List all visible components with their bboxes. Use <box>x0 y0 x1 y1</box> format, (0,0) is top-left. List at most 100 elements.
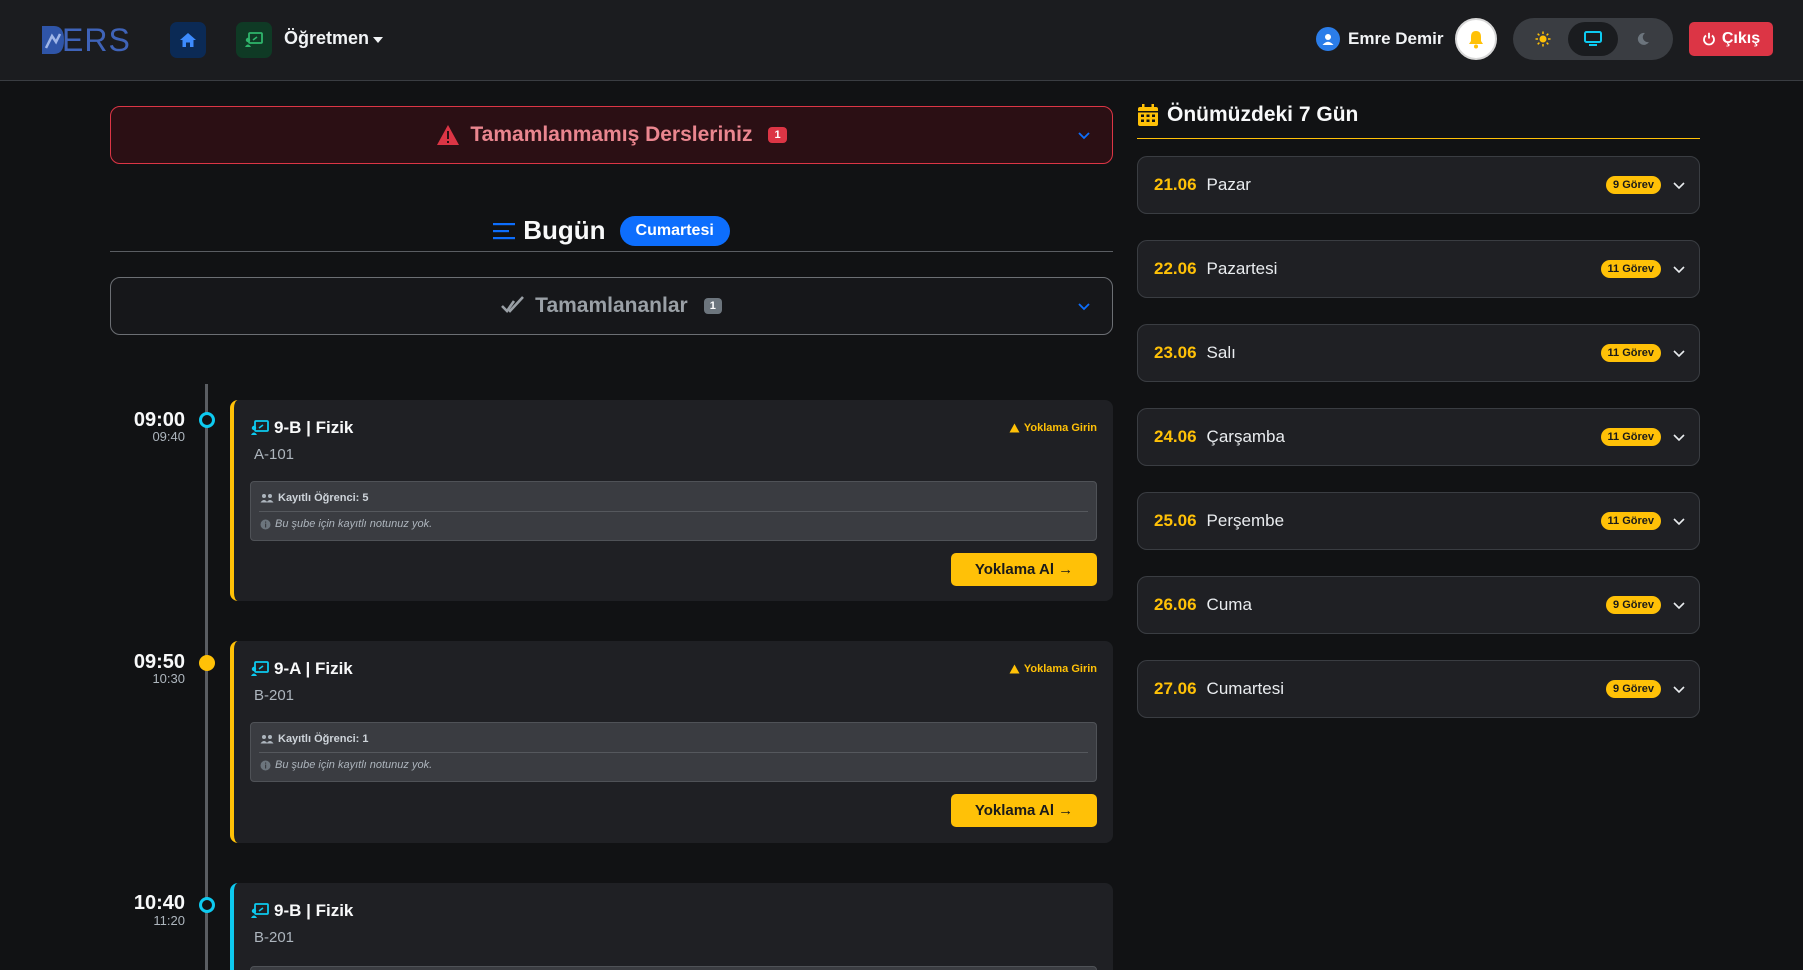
calendar-icon <box>1138 104 1158 126</box>
lesson-info-box: Kayıtlı Öğrenci: 5 Bu şube için kayıtlı … <box>250 481 1097 541</box>
lesson-end-time: 09:40 <box>152 429 185 444</box>
chevron-down-icon <box>1673 686 1685 694</box>
power-icon <box>1703 32 1715 46</box>
timeline-dot <box>199 897 215 913</box>
upcoming-day-card[interactable]: 21.06 Pazar 9 Görev <box>1137 156 1700 214</box>
day-name: Salı <box>1206 343 1236 362</box>
lesson-card: 9-A | Fizik B-201 Yoklama Girin Kayıtlı … <box>230 641 1113 843</box>
upcoming-day-card[interactable]: 27.06 Cumartesi 9 Görev <box>1137 660 1700 718</box>
logout-button[interactable]: Çıkış <box>1689 22 1773 56</box>
task-count-badge: 9 Görev <box>1606 176 1661 194</box>
dark-theme-button[interactable] <box>1618 22 1668 56</box>
chevron-down-icon <box>1673 518 1685 526</box>
chalkboard-teacher-icon <box>251 420 269 435</box>
take-attendance-button[interactable]: Yoklama Al → <box>951 553 1097 586</box>
lesson-title: 9-B | Fizik <box>274 418 354 437</box>
day-date: 24.06 <box>1154 427 1197 446</box>
warning-icon <box>437 125 460 145</box>
upcoming-day-card[interactable]: 24.06 Çarşamba 11 Görev <box>1137 408 1700 466</box>
theme-switcher <box>1513 18 1673 60</box>
incomplete-count-badge: 1 <box>768 127 787 143</box>
chalkboard-teacher-icon <box>245 32 263 47</box>
lesson-start-time: 10:40 <box>133 892 185 914</box>
app-logo[interactable]: ERS <box>40 20 136 60</box>
teacher-role-icon-button[interactable] <box>236 22 272 58</box>
attendance-warning-text: Yoklama Girin <box>1023 663 1097 675</box>
upcoming-day-card[interactable]: 25.06 Perşembe 11 Görev <box>1137 492 1700 550</box>
upcoming-header: Önümüzdeki 7 Gün <box>1137 103 1700 139</box>
chevron-down-icon <box>1078 132 1090 140</box>
moon-icon <box>1637 32 1649 45</box>
info-divider <box>259 752 1088 753</box>
lesson-end-time: 10:30 <box>152 671 185 686</box>
chevron-down-icon <box>1673 434 1685 442</box>
lesson-end-time: 11:20 <box>153 913 185 928</box>
lesson-note-text: Bu şube için kayıtlı notunuz yok. <box>275 518 433 530</box>
logo-text: ERS <box>62 21 131 58</box>
completed-lessons-header: Tamamlananlar 1 <box>501 294 722 318</box>
notifications-button[interactable] <box>1455 18 1497 60</box>
lesson-note-text: Bu şube için kayıtlı notunuz yok. <box>275 759 433 771</box>
attendance-warning: Yoklama Girin <box>1009 422 1097 434</box>
timeline-line <box>205 384 208 970</box>
chevron-down-icon <box>1673 266 1685 274</box>
incomplete-lessons-accordion[interactable]: Tamamlanmamış Dersleriniz 1 <box>110 106 1113 164</box>
day-date: 26.06 <box>1154 595 1197 614</box>
sun-icon <box>1535 31 1551 47</box>
lesson-title-wrap: 9-B | Fizik <box>250 901 353 921</box>
lesson-title-wrap: 9-A | Fizik <box>250 659 353 679</box>
day-date: 27.06 <box>1154 679 1197 698</box>
lesson-card: 9-B | Fizik B-201 <box>230 883 1113 970</box>
user-profile[interactable]: Emre Demir <box>1316 27 1443 51</box>
task-count-badge: 11 Görev <box>1600 260 1661 278</box>
day-name: Cumartesi <box>1206 679 1285 698</box>
incomplete-lessons-header: Tamamlanmamış Dersleriniz 1 <box>436 123 787 147</box>
day-name: Cuma <box>1206 595 1252 614</box>
take-attendance-button[interactable]: Yoklama Al → <box>951 794 1097 827</box>
info-circle-icon <box>260 760 271 770</box>
day-date: 22.06 <box>1154 259 1197 278</box>
upcoming-day-card[interactable]: 22.06 Pazartesi 11 Görev <box>1137 240 1700 298</box>
task-count-badge: 11 Görev <box>1600 344 1661 362</box>
day-name: Pazar <box>1206 175 1251 194</box>
lesson-title: 9-A | Fizik <box>274 659 353 678</box>
timeline-dot <box>199 412 215 428</box>
registered-students-text: Kayıtlı Öğrenci: 5 <box>278 492 369 504</box>
completed-lessons-accordion[interactable]: Tamamlananlar 1 <box>110 277 1113 335</box>
light-theme-button[interactable] <box>1518 22 1568 56</box>
system-theme-button[interactable] <box>1568 22 1618 56</box>
user-circle-icon <box>1316 27 1340 51</box>
info-divider <box>259 511 1088 512</box>
upcoming-title: Önümüzdeki 7 Gün <box>1167 103 1359 126</box>
registered-students: Kayıtlı Öğrenci: 5 <box>260 492 368 504</box>
navbar: ERS Öğretmen Emre Demir Çıkış <box>0 0 1803 81</box>
chalkboard-teacher-icon <box>251 903 269 918</box>
lesson-info-box <box>250 966 1097 970</box>
chevron-down-icon <box>1078 303 1090 311</box>
home-button[interactable] <box>170 22 206 58</box>
today-title-wrap: Bugün <box>493 215 606 246</box>
lesson-room: A-101 <box>254 446 295 463</box>
completed-lessons-title: Tamamlananlar <box>535 294 688 317</box>
upcoming-day-card[interactable]: 23.06 Salı 11 Görev <box>1137 324 1700 382</box>
chevron-down-icon <box>1673 182 1685 190</box>
monitor-icon <box>1584 31 1602 46</box>
attendance-warning: Yoklama Girin <box>1009 663 1097 675</box>
task-count-badge: 9 Görev <box>1606 596 1661 614</box>
day-date: 23.06 <box>1154 343 1197 362</box>
list-icon <box>493 222 516 239</box>
task-count-badge: 11 Görev <box>1600 428 1661 446</box>
chalkboard-teacher-icon <box>251 661 269 676</box>
incomplete-lessons-title: Tamamlanmamış Dersleriniz <box>470 123 753 146</box>
lesson-card: 9-B | Fizik A-101 Yoklama Girin Kayıtlı … <box>230 400 1113 601</box>
logout-label: Çıkış <box>1721 30 1761 47</box>
upcoming-day-card[interactable]: 26.06 Cuma 9 Görev <box>1137 576 1700 634</box>
day-date: 21.06 <box>1154 175 1197 194</box>
lesson-room: B-201 <box>254 687 295 704</box>
role-dropdown[interactable]: Öğretmen <box>284 28 384 49</box>
day-name: Perşembe <box>1206 511 1285 530</box>
registered-students: Kayıtlı Öğrenci: 1 <box>260 733 368 745</box>
chevron-down-icon <box>1673 602 1685 610</box>
double-check-icon <box>501 296 525 314</box>
attendance-warning-text: Yoklama Girin <box>1023 422 1097 434</box>
